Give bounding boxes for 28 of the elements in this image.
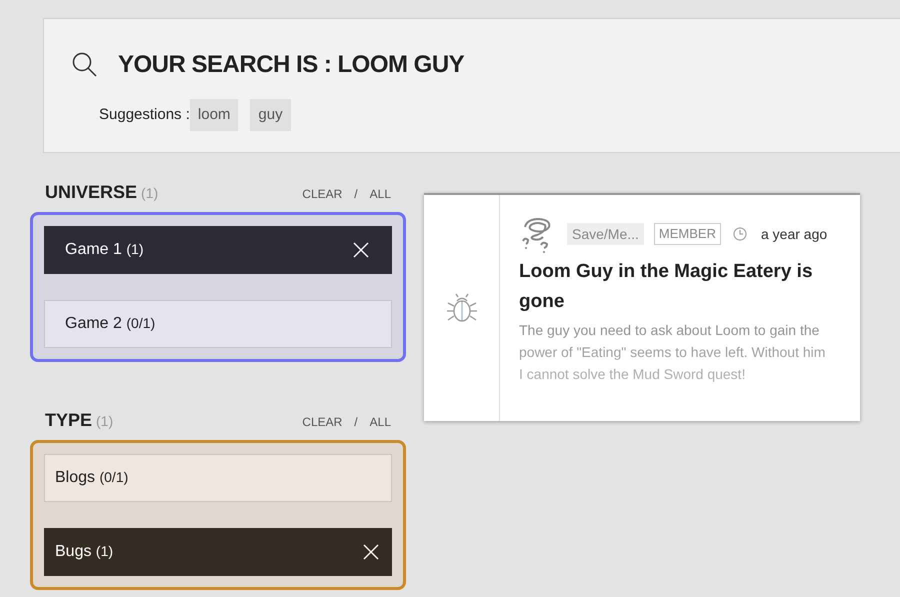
all-link[interactable]: ALL: [370, 413, 391, 431]
clear-link[interactable]: CLEAR: [302, 185, 342, 203]
search-title: YOUR SEARCH IS : LOOM GUY: [118, 50, 464, 80]
post-time: a year ago: [760, 224, 828, 244]
post-title[interactable]: Loom Guy in the Magic Eatery is gone: [519, 257, 842, 317]
filter-count: (1): [96, 412, 114, 431]
member-badge: MEMBER: [654, 223, 721, 245]
filter-title: UNIVERSE: [45, 181, 138, 204]
filter-option[interactable]: Blogs (0/1): [44, 454, 392, 502]
suggestions-label: Suggestions :: [99, 104, 190, 125]
bug-icon: [444, 292, 478, 324]
separator: /: [354, 414, 358, 431]
filter-title: TYPE: [45, 409, 92, 432]
clock-icon: [732, 227, 747, 241]
close-icon[interactable]: [353, 242, 369, 258]
result-card[interactable]: Save/Me... MEMBER a year ago Loom Guy in the Magic Eatery is gone The guy you need to ask about Loom to gain the power of "Eating" seems to have left. Without him I cannot solve the Mud Sword quest!: [424, 193, 860, 421]
all-link[interactable]: ALL: [370, 185, 391, 203]
search-icon: [72, 52, 98, 78]
suggestion-tag[interactable]: loom: [190, 99, 238, 131]
category-tag[interactable]: Save/Me...: [567, 223, 644, 245]
filter-option[interactable]: Game 2 (0/1): [44, 300, 392, 348]
separator: /: [354, 186, 358, 203]
clear-link[interactable]: CLEAR: [302, 413, 342, 431]
close-icon[interactable]: [363, 544, 379, 560]
filter-count: (1): [141, 184, 158, 203]
suggestion-tag[interactable]: guy: [250, 99, 291, 131]
filter-option[interactable]: Game 1 (1): [44, 226, 392, 274]
filter-option[interactable]: Bugs (1): [44, 528, 392, 576]
